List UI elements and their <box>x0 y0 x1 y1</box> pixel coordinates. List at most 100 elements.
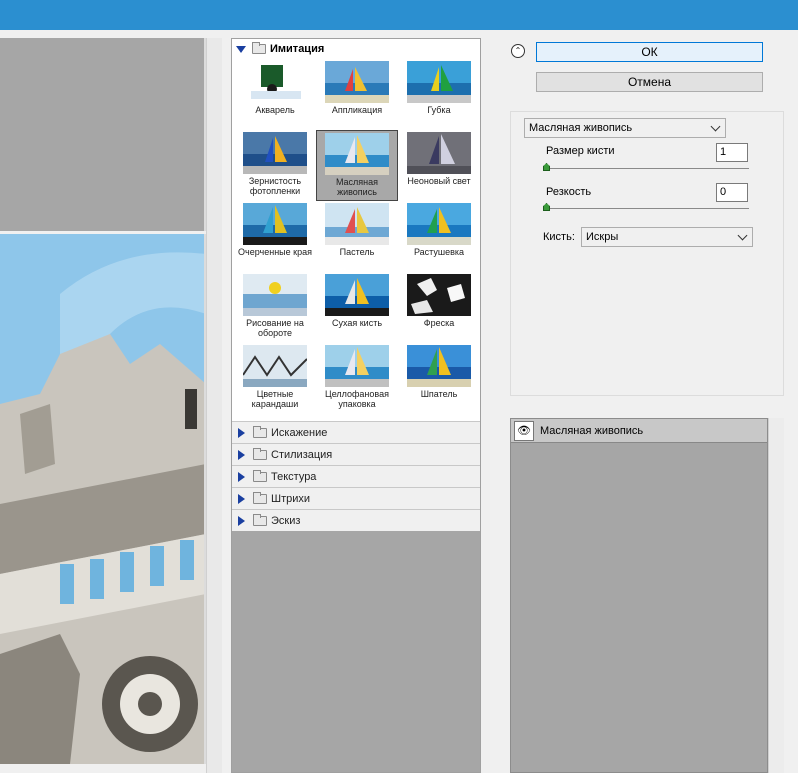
filter-thumbnail-label: Неоновый свет <box>407 176 471 186</box>
window-titlebar <box>0 0 798 30</box>
filter-thumbnail-grain[interactable]: Зернистость фотопленки <box>234 130 316 201</box>
effect-layer-row[interactable]: 👁 Масляная живопись <box>511 419 767 443</box>
category-collapsed-4[interactable]: Эскиз <box>232 509 480 531</box>
filter-thumbnail-sponge[interactable]: Губка <box>398 59 480 130</box>
filter-thumbnail-image <box>325 61 389 103</box>
filter-thumbnail-label: Рисование на обороте <box>246 318 304 338</box>
filter-thumbnail-label: Шпатель <box>420 389 458 399</box>
folder-icon <box>253 469 267 482</box>
category-label: Эскиз <box>271 514 301 527</box>
filter-thumbnail-edges[interactable]: Очерченные края <box>234 201 316 272</box>
expand-triangle-icon[interactable] <box>238 493 245 504</box>
filter-thumbnail-label: Акварель <box>255 105 295 115</box>
filter-thumbnail-label: Целлофановая упаковка <box>325 389 389 409</box>
folder-icon <box>253 447 267 460</box>
filter-thumbnail-label: Растушевка <box>413 247 465 257</box>
filter-thumbnail-fresco[interactable]: Фреска <box>398 272 480 343</box>
filter-thumbnail-image <box>407 203 471 245</box>
filter-gallery-dialog: Имитация Акварель Аппликация Губка Зернисто… <box>0 30 798 773</box>
category-imitation: Имитация Акварель Аппликация Губка Зернисто… <box>232 39 480 421</box>
folder-icon <box>253 425 267 438</box>
expand-triangle-icon[interactable] <box>238 515 245 526</box>
ok-button[interactable]: ОК <box>536 42 763 62</box>
filter-thumbnail-label: Сухая кисть <box>331 318 383 328</box>
filter-thumbnail-image <box>243 345 307 387</box>
category-label: Стилизация <box>271 448 333 461</box>
category-collapsed-2[interactable]: Текстура <box>232 465 480 487</box>
filter-thumbnail-image <box>407 345 471 387</box>
category-label: Штрихи <box>271 492 311 505</box>
filter-select[interactable]: Масляная живопись <box>524 118 726 138</box>
category-collapsed-0[interactable]: Искажение <box>232 421 480 443</box>
category-label: Искажение <box>271 426 328 439</box>
filter-thumbnail-watercolor[interactable]: Акварель <box>234 59 316 130</box>
filter-thumbnail-image <box>325 203 389 245</box>
brush-size-label: Размер кисти <box>546 145 615 157</box>
brush-type-select[interactable]: Искры <box>581 227 753 247</box>
filter-select-value: Масляная живопись <box>529 122 633 134</box>
filter-thumbnail-label: Зернистость фотопленки <box>248 176 302 196</box>
preview-image[interactable] <box>0 234 206 764</box>
filter-thumbnail-pastel[interactable]: Пастель <box>316 201 398 272</box>
expand-triangle-icon[interactable] <box>238 449 245 460</box>
folder-icon <box>253 513 267 526</box>
filter-thumbnail-image <box>243 274 307 316</box>
filter-thumbnail-pencil[interactable]: Цветные карандаши <box>234 343 316 414</box>
category-label: Текстура <box>271 470 317 483</box>
filter-thumbnail-plastic[interactable]: Целлофановая упаковка <box>316 343 398 414</box>
category-label: Имитация <box>270 43 325 55</box>
filter-thumbnail-label: Очерченные края <box>238 247 312 257</box>
filter-thumbnail-cutout[interactable]: Аппликация <box>316 59 398 130</box>
filter-thumbnails: Акварель Аппликация Губка Зернистость фотоп… <box>232 59 480 414</box>
preview-canvas-border <box>0 38 206 231</box>
filter-thumbnail-label: Пастель <box>339 247 375 257</box>
preview-area[interactable] <box>0 38 222 773</box>
filter-thumbnail-underpaint[interactable]: Рисование на обороте <box>234 272 316 343</box>
filter-thumbnail-image <box>325 133 389 175</box>
brush-type-label: Кисть: <box>543 231 575 243</box>
category-collapsed-1[interactable]: Стилизация <box>232 443 480 465</box>
filter-thumbnail-label: Фреска <box>423 318 455 328</box>
sharpness-slider-handle[interactable] <box>543 203 550 211</box>
filter-thumbnail-image <box>325 274 389 316</box>
effect-layers-panel: 👁 Масляная живопись <box>510 418 768 773</box>
filter-thumbnail-label: Масляная живопись <box>335 177 379 197</box>
chevron-down-icon <box>737 230 748 241</box>
filter-thumbnail-image <box>325 345 389 387</box>
sharpness-input[interactable]: 0 <box>716 183 748 202</box>
filter-thumbnail-drybrush[interactable]: Сухая кисть <box>316 272 398 343</box>
expand-triangle-icon[interactable] <box>236 45 246 53</box>
expand-triangle-icon[interactable] <box>238 471 245 482</box>
preview-scrollbar[interactable] <box>206 38 222 773</box>
brush-size-slider-handle[interactable] <box>543 163 550 171</box>
brush-type-value: Искры <box>586 231 619 243</box>
sharpness-label: Резкость <box>546 186 592 198</box>
folder-icon <box>253 491 267 504</box>
filter-settings-group: Масляная живопись Размер кисти 1 Резкост… <box>510 111 784 396</box>
eye-icon[interactable]: 👁 <box>514 420 534 441</box>
filter-thumbnail-image <box>407 132 471 174</box>
effect-layer-label: Масляная живопись <box>540 424 644 437</box>
category-header-imitation[interactable]: Имитация <box>232 39 480 59</box>
filter-thumbnail-label: Губка <box>427 105 451 115</box>
filter-thumbnail-image <box>407 61 471 103</box>
sharpness-slider-track[interactable] <box>546 208 749 209</box>
layers-scrollbar[interactable] <box>768 418 784 773</box>
filter-thumbnail-image <box>243 61 307 103</box>
filter-thumbnail-image <box>243 203 307 245</box>
filter-thumbnail-palette[interactable]: Шпатель <box>398 343 480 414</box>
brush-size-slider-track[interactable] <box>546 168 749 169</box>
filter-thumbnail-image <box>243 132 307 174</box>
filter-gallery-panel: Имитация Акварель Аппликация Губка Зернисто… <box>231 38 481 773</box>
filter-thumbnail-neon[interactable]: Неоновый свет <box>398 130 480 201</box>
settings-panel: ⌃ ОК Отмена Масляная живопись Размер кис… <box>503 38 798 773</box>
brush-size-input[interactable]: 1 <box>716 143 748 162</box>
filter-thumbnail-smudge[interactable]: Растушевка <box>398 201 480 272</box>
filter-thumbnail-image <box>407 274 471 316</box>
chevron-down-icon <box>710 121 721 132</box>
category-collapsed-3[interactable]: Штрихи <box>232 487 480 509</box>
expand-triangle-icon[interactable] <box>238 427 245 438</box>
filter-thumbnail-oil[interactable]: Масляная живопись <box>316 130 398 201</box>
cancel-button[interactable]: Отмена <box>536 72 763 92</box>
collapse-gallery-icon[interactable]: ⌃ <box>511 44 525 58</box>
